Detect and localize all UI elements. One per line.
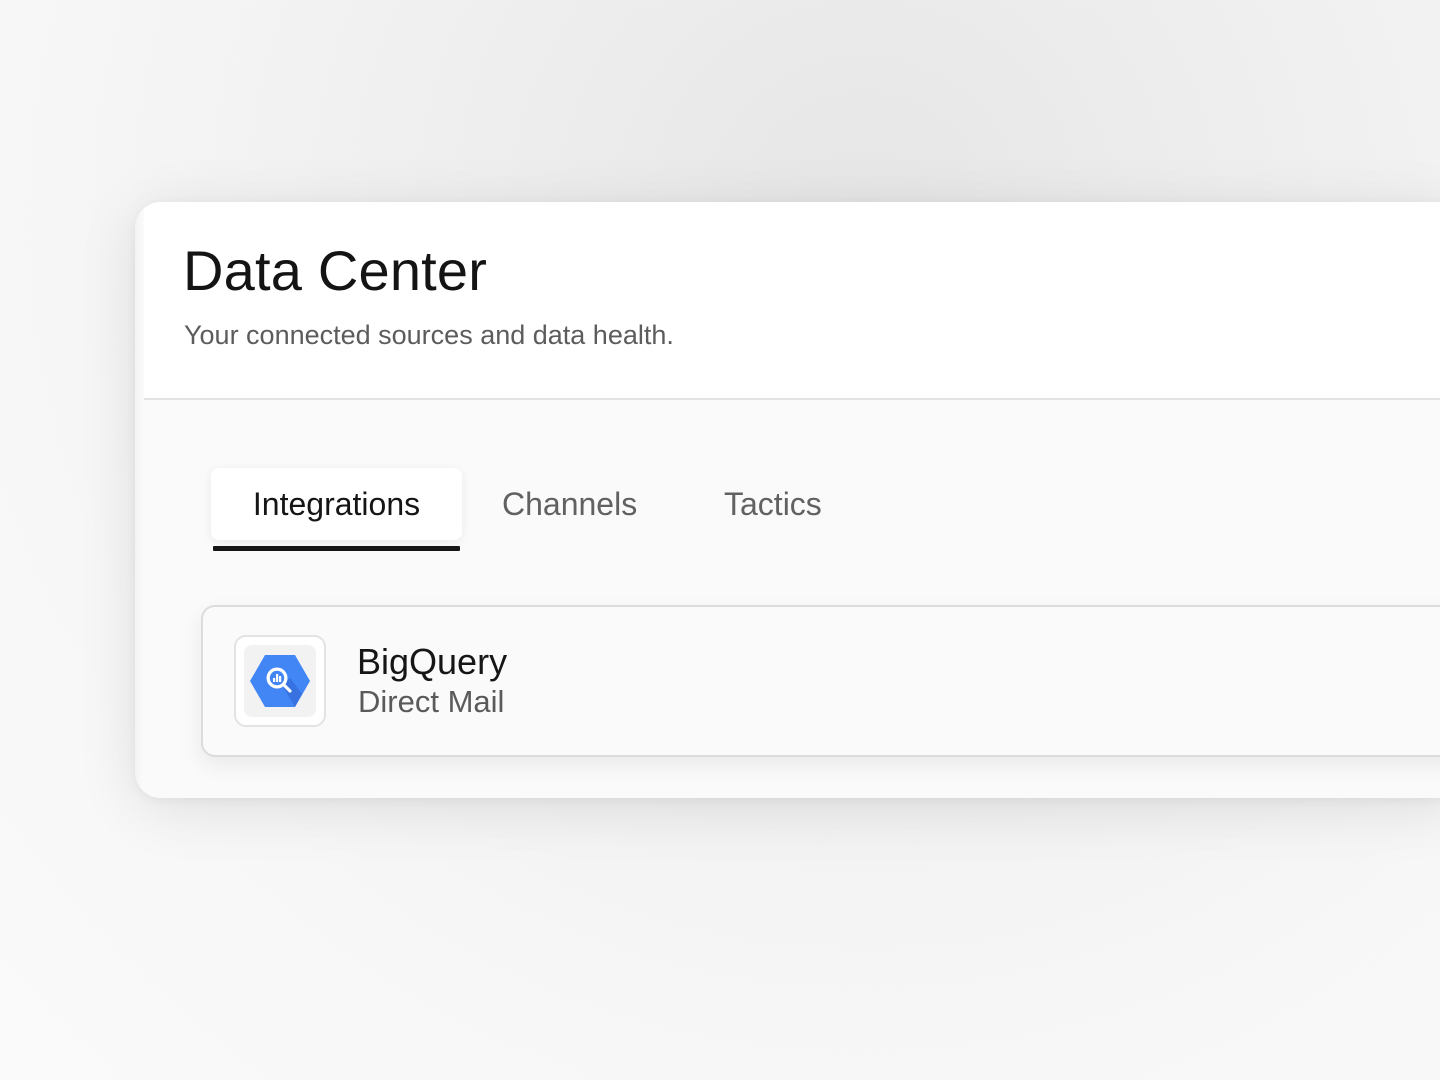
- main-content: Integrations Channels Tactics BigQuery D…: [144, 400, 1440, 798]
- logo-background: [244, 645, 316, 717]
- data-center-window: Data Center Your connected sources and d…: [135, 202, 1440, 798]
- tab-channels[interactable]: Channels: [502, 468, 637, 540]
- active-tab-indicator: [213, 546, 460, 551]
- integration-logo: [234, 635, 326, 727]
- page-header: Data Center Your connected sources and d…: [144, 202, 1440, 400]
- integration-channel: Direct Mail: [358, 684, 505, 719]
- tab-integrations[interactable]: Integrations: [211, 468, 462, 540]
- tab-tactics[interactable]: Tactics: [724, 468, 822, 540]
- integration-card[interactable]: BigQuery Direct Mail: [201, 605, 1440, 757]
- page-subtitle: Your connected sources and data health.: [184, 320, 674, 350]
- page-title: Data Center: [183, 239, 488, 302]
- bigquery-icon: [250, 655, 310, 707]
- integration-name: BigQuery: [357, 641, 508, 682]
